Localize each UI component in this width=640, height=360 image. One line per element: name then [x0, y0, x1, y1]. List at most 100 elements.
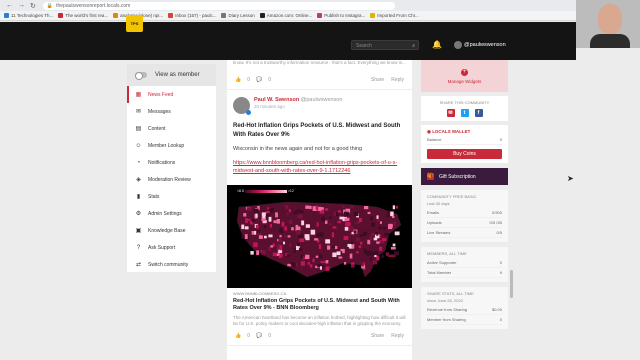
map-county — [279, 234, 282, 238]
comment-icon[interactable]: 💬 — [256, 333, 262, 339]
map-county — [254, 230, 257, 235]
sidebar-item-notifications[interactable]: ◔ Notifications — [127, 154, 216, 171]
facebook-icon[interactable]: f — [474, 109, 483, 117]
sidebar-item-news-feed[interactable]: ▦ News Feed — [127, 86, 216, 103]
share-link-icon[interactable]: ✉ — [446, 109, 455, 117]
members-rows: Active Supporter 0 Total Member 9 — [427, 258, 502, 278]
map-county — [359, 234, 364, 237]
sidebar-item-knowledge-base[interactable]: ▣ Knowledge Base — [127, 222, 216, 239]
map-county — [344, 217, 350, 221]
content-icon: ▤ — [135, 126, 142, 132]
gear-icon: ⚙ — [135, 211, 142, 217]
map-county — [338, 256, 343, 259]
share-button[interactable]: Share — [371, 77, 384, 83]
share-stats-title: SHARE STATS, ALL TIME — [427, 291, 474, 296]
community-logo[interactable]: TPS — [126, 15, 143, 32]
comment-count: 0 — [268, 333, 272, 339]
plus-icon: + — [461, 68, 468, 76]
notification-bell-icon[interactable]: 🔔 — [432, 40, 442, 49]
share-button[interactable]: Share — [371, 333, 384, 339]
reload-icon[interactable]: ↻ — [30, 2, 36, 10]
sidebar: View as member ▦ News Feed ✉ Messages ▤ Conte… — [127, 64, 216, 272]
map-county — [281, 221, 285, 227]
post-header: Paul W. Swenson @paulwswenson 20 minutes… — [227, 90, 412, 115]
gift-subscription-button[interactable]: 🎁 Gift Subscription — [421, 168, 508, 185]
map-county — [342, 205, 345, 209]
stat-label: Revenue from Sharing — [427, 307, 468, 312]
sidebar-item-switch-community[interactable]: ⇄ Switch community — [127, 256, 216, 273]
map-county — [255, 213, 258, 218]
bookmark-item[interactable]: Inbox (157) - paulc... — [168, 13, 216, 18]
map-county — [307, 262, 311, 265]
manage-widgets-button[interactable]: + Manage Widgets — [421, 60, 508, 92]
webcam-shirt — [590, 34, 630, 48]
forward-icon[interactable]: → — [18, 2, 25, 9]
reply-button[interactable]: Reply — [391, 77, 404, 83]
username[interactable]: @paulwswenson — [464, 42, 506, 48]
sidebar-item-admin-settings[interactable]: ⚙ Admin Settings — [127, 205, 216, 222]
map-county — [286, 254, 290, 257]
bookmark-item[interactable]: Diary Lesson — [221, 13, 255, 18]
user-avatar[interactable] — [454, 41, 462, 49]
map-county — [392, 216, 395, 219]
sidebar-item-moderation-review[interactable]: ◈ Moderation Review — [127, 171, 216, 188]
sidebar-item-label: Messages — [148, 108, 171, 115]
map-county — [244, 234, 248, 240]
map-county — [267, 207, 270, 210]
post-link[interactable]: https://www.bnnbloomberg.ca/red-hot-infl… — [227, 152, 412, 175]
reply-button[interactable]: Reply — [391, 333, 404, 339]
search-input[interactable]: Search ⌕ — [351, 40, 419, 50]
sidebar-item-label: Admin Settings — [148, 210, 182, 217]
inflation-map-image[interactable]: <8.5 >12 — [227, 185, 412, 288]
stat-value: 9 — [499, 270, 502, 275]
toggle-switch[interactable] — [135, 72, 147, 80]
map-county — [312, 258, 315, 263]
map-county — [305, 224, 310, 228]
map-county — [390, 246, 396, 250]
bookmark-item[interactable]: Amazon.com: Online... — [259, 13, 312, 18]
sidebar-item-label: Stats — [148, 193, 160, 200]
map-county — [243, 213, 247, 217]
link-title[interactable]: Red-Hot Inflation Grips Pockets of U.S. … — [227, 296, 412, 312]
map-county — [351, 262, 355, 265]
bookmark-item[interactable]: Publish to Instagra... — [317, 13, 365, 18]
sidebar-item-stats[interactable]: ▮ Stats — [127, 188, 216, 205]
url-text: thepaulswensonreport.locals.com — [56, 2, 131, 9]
sidebar-item-member-lookup[interactable]: ☺ Member Lookup — [127, 137, 216, 154]
sidebar-item-content[interactable]: ▤ Content — [127, 120, 216, 137]
map-county — [376, 241, 380, 244]
map-county — [329, 223, 332, 226]
back-icon[interactable]: ← — [6, 2, 13, 9]
map-county — [241, 224, 245, 230]
twitter-icon[interactable]: t — [460, 109, 469, 117]
balance-label: Balance — [427, 137, 442, 142]
like-icon[interactable]: 👍 — [235, 77, 241, 83]
map-county — [370, 216, 373, 221]
author-avatar[interactable] — [233, 97, 251, 115]
scrollbar[interactable] — [510, 270, 513, 298]
sidebar-item-label: Switch community — [148, 261, 189, 268]
author-name[interactable]: Paul W. Swenson — [254, 97, 299, 103]
like-icon[interactable]: 👍 — [235, 333, 241, 339]
bookmark-item[interactable]: Imported From Chr... — [370, 13, 419, 18]
comment-icon[interactable]: 💬 — [256, 77, 262, 83]
map-county — [392, 243, 396, 247]
balance-row: Balance 0 — [427, 135, 502, 145]
map-county — [309, 205, 312, 210]
bookmark-item[interactable]: 11 Technologies Th... — [4, 13, 53, 18]
search-icon[interactable]: ⌕ — [412, 41, 415, 51]
bookmark-item[interactable]: The world's first rea... — [58, 13, 108, 18]
sidebar-item-messages[interactable]: ✉ Messages — [127, 103, 216, 120]
map-county — [384, 232, 389, 237]
map-county — [320, 261, 326, 264]
buy-coins-button[interactable]: Buy Coins — [427, 149, 502, 159]
bookmark-favicon-icon — [58, 13, 64, 18]
address-bar[interactable]: 🔒 thepaulswensonreport.locals.com — [42, 1, 395, 10]
map-county — [347, 243, 352, 248]
sidebar-item-ask-support[interactable]: ? Ask Support — [127, 239, 216, 256]
map-county — [369, 257, 373, 261]
view-as-member-toggle[interactable]: View as member — [127, 64, 216, 86]
gift-label: Gift Subscription — [439, 173, 476, 180]
map-county — [245, 218, 251, 221]
map-county — [332, 252, 337, 258]
